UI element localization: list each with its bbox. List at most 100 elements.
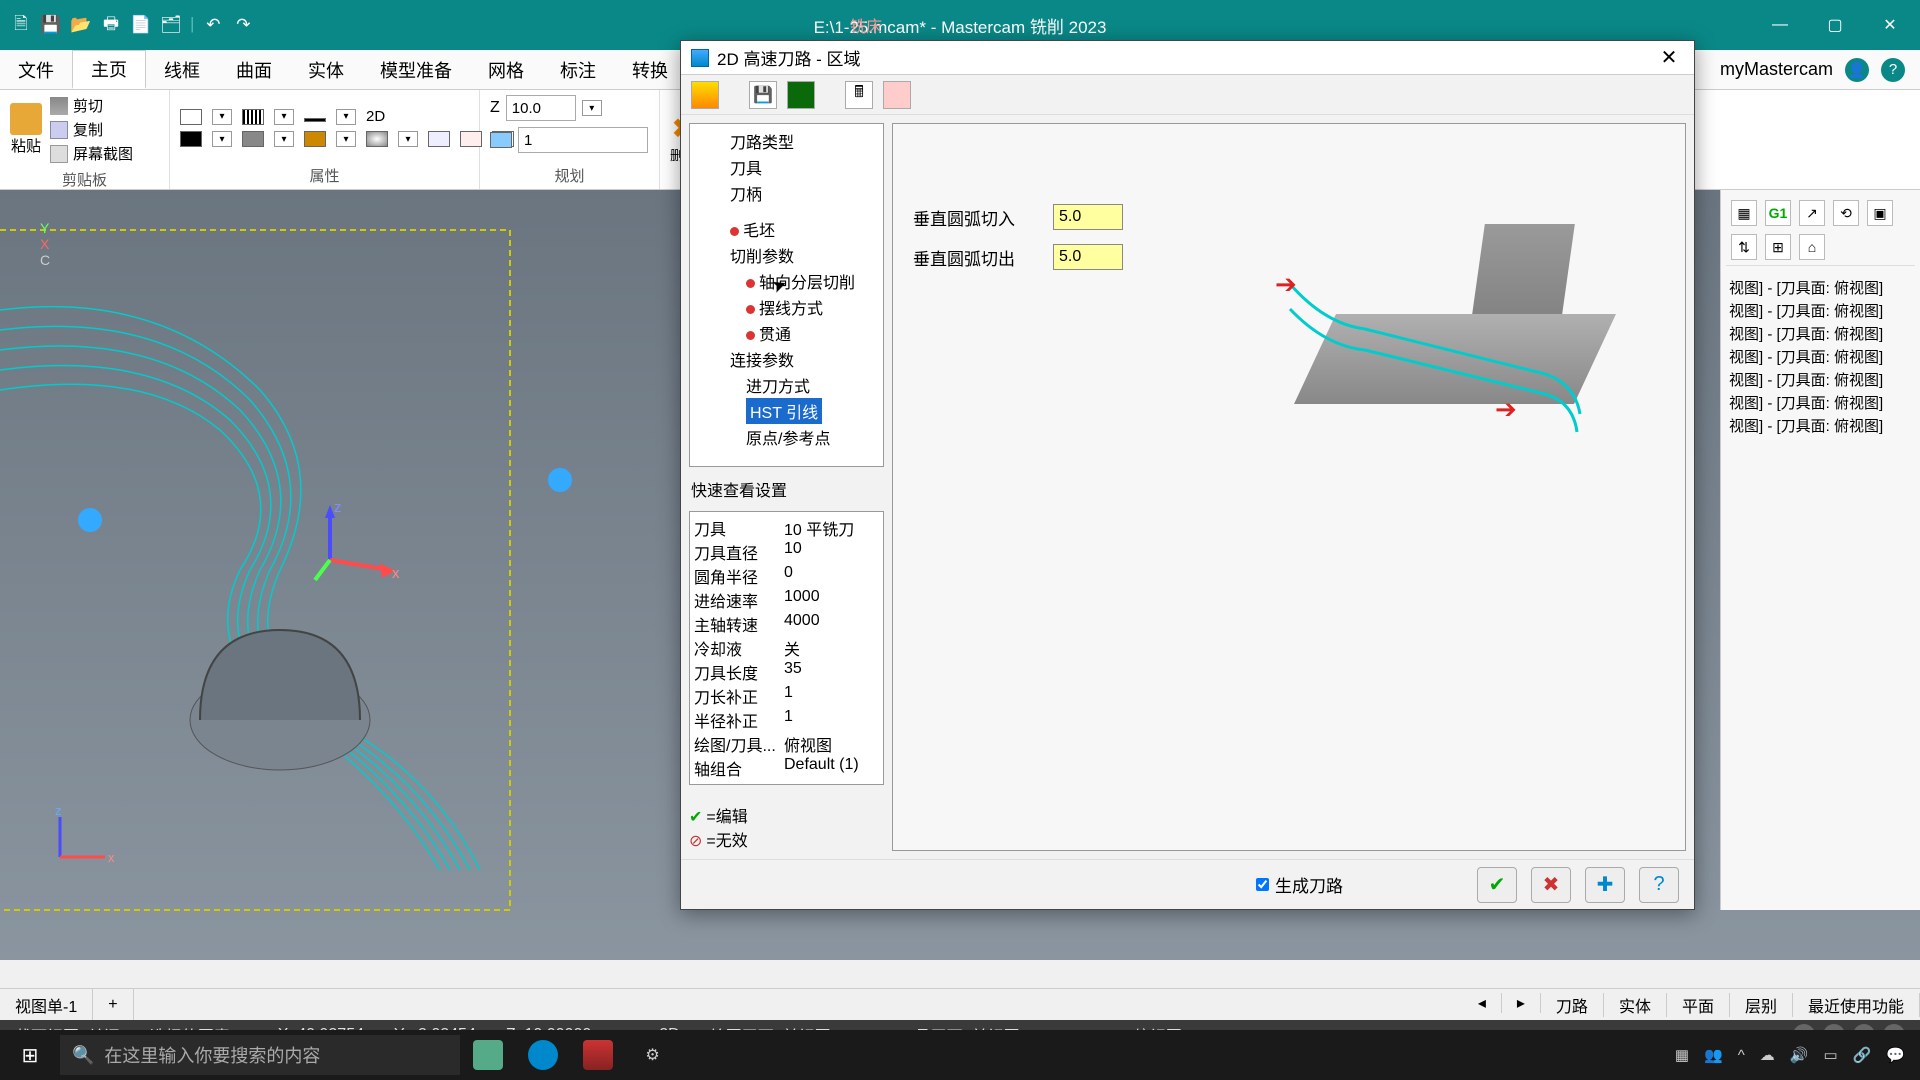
tab-add[interactable]: + [93, 989, 133, 1020]
dialog-tool-icon[interactable] [787, 81, 815, 109]
tree-trochoidal[interactable]: 摆线方式 [694, 294, 879, 320]
menu-file[interactable]: 文件 [0, 50, 72, 89]
op-item[interactable]: 视图] - [刀具面: 俯视图] [1726, 391, 1915, 414]
tree-stock[interactable]: 毛坯 [694, 216, 879, 242]
generate-toolpath-checkbox[interactable]: 生成刀路 [1256, 872, 1343, 897]
mode-2d-label[interactable]: 2D [366, 108, 385, 125]
tray-icon[interactable]: ▦ [1675, 1046, 1689, 1064]
screenshot-button[interactable]: 屏幕截图 [50, 143, 133, 164]
rp-tool-icon[interactable]: ⊞ [1765, 234, 1791, 260]
tab-planes[interactable]: 平面 [1667, 993, 1730, 1017]
misc-attr-icon[interactable] [460, 131, 482, 147]
menu-surface[interactable]: 曲面 [218, 50, 290, 89]
op-item[interactable]: 视图] - [刀具面: 俯视图] [1726, 414, 1915, 437]
system-tray[interactable]: ▦ 👥 ^ ☁ 🔊 ▭ 🔗 💬 [1660, 1046, 1920, 1064]
nav-prev[interactable]: ◂ [1463, 993, 1502, 1013]
folder-icon[interactable]: 🗂 [160, 14, 182, 36]
rp-tool-icon[interactable]: ⇅ [1731, 234, 1757, 260]
tree-arc-filter[interactable]: 圆弧过滤/公差 [694, 460, 879, 467]
tab-recent[interactable]: 最近使用功能 [1793, 993, 1920, 1017]
dropdown-icon[interactable]: ▾ [582, 100, 602, 116]
print-icon[interactable]: 🖶 [100, 14, 122, 36]
op-item[interactable]: 视图] - [刀具面: 俯视图] [1726, 299, 1915, 322]
add-button[interactable]: ✚ [1585, 867, 1625, 903]
dialog-titlebar[interactable]: 2D 高速刀路 - 区域 ✕ [681, 41, 1694, 75]
tree-through[interactable]: 贯通 [694, 320, 879, 346]
taskbar-app[interactable] [515, 1030, 570, 1080]
rp-tool-icon[interactable]: ⟲ [1833, 200, 1859, 226]
menu-solid[interactable]: 实体 [290, 50, 362, 89]
open-icon[interactable]: 📂 [70, 14, 92, 36]
dialog-calc-icon[interactable]: 🖩 [845, 81, 873, 109]
tray-chevron-icon[interactable]: ^ [1738, 1047, 1745, 1064]
line-style-dropdown[interactable] [242, 109, 264, 125]
tree-lead-in[interactable]: 进刀方式 [694, 372, 879, 398]
tray-cloud-icon[interactable]: ☁ [1760, 1046, 1775, 1064]
tree-holder[interactable]: 刀柄 [694, 180, 879, 206]
level-icon[interactable] [490, 132, 512, 148]
paste-button[interactable]: 粘贴 [10, 103, 42, 156]
op-item[interactable]: 视图] - [刀具面: 俯视图] [1726, 322, 1915, 345]
tray-icon[interactable]: 👥 [1704, 1046, 1723, 1064]
taskbar-search[interactable]: 🔍 在这里输入你要搜索的内容 [60, 1035, 460, 1075]
rp-tool-icon[interactable]: ↗ [1799, 200, 1825, 226]
tree-hst-lead[interactable]: HST 引线 [746, 398, 822, 424]
tab-levels[interactable]: 层别 [1730, 993, 1793, 1017]
tree-link-params[interactable]: 连接参数 [694, 346, 879, 372]
tray-network-icon[interactable]: 🔗 [1853, 1046, 1872, 1064]
color-swatch[interactable] [180, 131, 202, 147]
account-icon[interactable]: 👤 [1845, 58, 1869, 82]
undo-icon[interactable]: ↶ [202, 14, 224, 36]
generate-toolpath-check[interactable] [1256, 878, 1269, 891]
line-weight-dropdown[interactable] [304, 118, 326, 122]
taskbar-app-settings[interactable]: ⚙ [625, 1030, 680, 1080]
copy-button[interactable]: 复制 [50, 119, 133, 140]
dropdown-icon[interactable]: ▾ [398, 131, 418, 147]
tray-volume-icon[interactable]: 🔊 [1790, 1046, 1809, 1064]
menu-annotate[interactable]: 标注 [542, 50, 614, 89]
close-button[interactable]: ✕ [1870, 10, 1910, 40]
dropdown-icon[interactable]: ▾ [336, 109, 356, 125]
new-file-icon[interactable]: 🗎 [10, 14, 32, 36]
arc-in-input[interactable] [1053, 204, 1123, 230]
tree-cut-params[interactable]: 切削参数 [694, 242, 879, 268]
cut-button[interactable]: 剪切 [50, 95, 133, 116]
color2-swatch[interactable] [242, 131, 264, 147]
menu-home[interactable]: 主页 [72, 50, 146, 89]
save-icon[interactable]: 💾 [40, 14, 62, 36]
ok-button[interactable]: ✔ [1477, 867, 1517, 903]
tree-toolpath-type[interactable]: 刀路类型 [694, 128, 879, 154]
operations-list[interactable]: 视图] - [刀具面: 俯视图] 视图] - [刀具面: 俯视图] 视图] - … [1726, 276, 1915, 437]
dropdown-icon[interactable]: ▾ [212, 109, 232, 125]
menu-wireframe[interactable]: 线框 [146, 50, 218, 89]
tree-axial-depth[interactable]: 轴向分层切削 [694, 268, 879, 294]
taskbar-app[interactable] [460, 1030, 515, 1080]
dropdown-icon[interactable]: ▾ [212, 131, 232, 147]
menu-mesh[interactable]: 网格 [470, 50, 542, 89]
rp-tool-icon[interactable]: ⌂ [1799, 234, 1825, 260]
tab-toolpaths[interactable]: 刀路 [1541, 993, 1604, 1017]
help-icon[interactable]: ? [1881, 58, 1905, 82]
dialog-close-button[interactable]: ✕ [1654, 45, 1684, 70]
color3-swatch[interactable] [304, 131, 326, 147]
tab-viewsheet[interactable]: 视图单-1 [0, 989, 93, 1020]
tray-notifications-icon[interactable]: 💬 [1886, 1046, 1905, 1064]
menu-transform[interactable]: 转换 [614, 50, 686, 89]
op-item[interactable]: 视图] - [刀具面: 俯视图] [1726, 276, 1915, 299]
rp-tool-icon[interactable]: ▦ [1731, 200, 1757, 226]
rp-tool-icon[interactable]: ▣ [1867, 200, 1893, 226]
tab-solids[interactable]: 实体 [1604, 993, 1667, 1017]
arc-out-input[interactable] [1053, 244, 1123, 270]
tree-origin-ref[interactable]: 原点/参考点 [694, 424, 879, 450]
op-item[interactable]: 视图] - [刀具面: 俯视图] [1726, 368, 1915, 391]
minimize-button[interactable]: — [1760, 10, 1800, 40]
maximize-button[interactable]: ▢ [1815, 10, 1855, 40]
rp-g1-icon[interactable]: G1 [1765, 200, 1791, 226]
dropdown-icon[interactable]: ▾ [274, 109, 294, 125]
menu-modelprep[interactable]: 模型准备 [362, 50, 470, 89]
tray-battery-icon[interactable]: ▭ [1823, 1046, 1837, 1064]
help-button[interactable]: ? [1639, 867, 1679, 903]
dropdown-icon[interactable]: ▾ [274, 131, 294, 147]
level-input[interactable] [518, 127, 648, 153]
point-style-dropdown[interactable] [180, 109, 202, 125]
